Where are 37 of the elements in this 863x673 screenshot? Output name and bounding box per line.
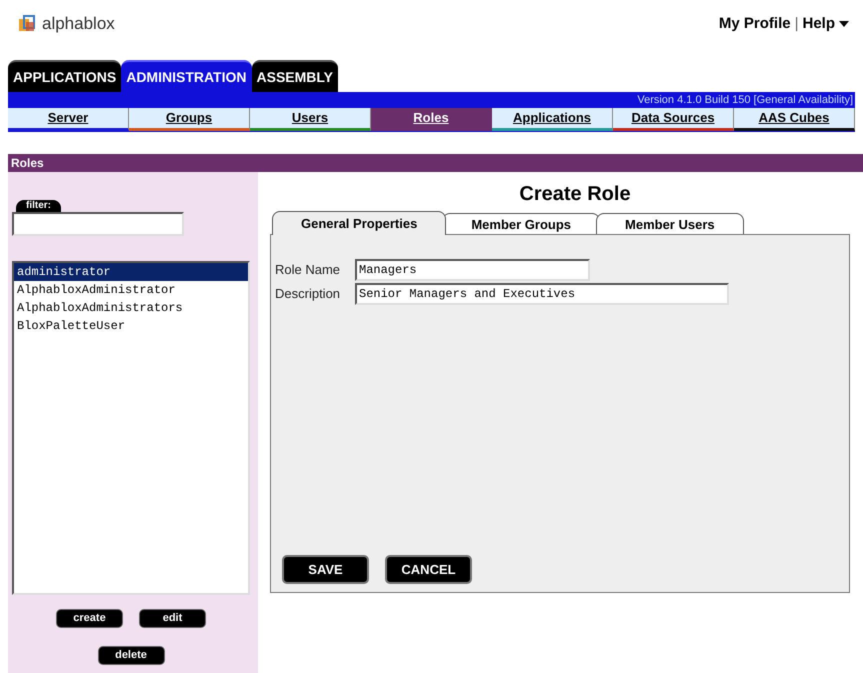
help-menu[interactable]: Help [802, 12, 849, 36]
section-title: Roles [11, 155, 44, 172]
filter-label: filter: [16, 200, 61, 212]
sub-tab[interactable]: Data Sources [613, 108, 734, 131]
sub-tab[interactable]: Groups [129, 108, 250, 131]
main-tab[interactable]: ADMINISTRATION [121, 60, 252, 92]
sidebar-button[interactable]: edit [139, 609, 206, 628]
form-tab[interactable]: General Properties [272, 211, 446, 235]
separator-text: | [794, 14, 798, 34]
profile-link[interactable]: My Profile [718, 12, 791, 36]
version-text: Version 4.1.0 Build 150 [General Availability] [637, 92, 853, 108]
sub-tab[interactable]: Server [8, 108, 129, 131]
form-tab[interactable]: Member Users [596, 213, 744, 235]
list-item[interactable]: administrator [14, 263, 248, 281]
field-label: Role Name [275, 261, 342, 280]
list-item[interactable]: BloxPaletteUser [14, 317, 248, 335]
list-item[interactable]: AlphabloxAdministrators [14, 299, 248, 317]
filter-field[interactable] [12, 212, 184, 236]
logo-text: alphablox [42, 13, 115, 36]
main-tab[interactable]: APPLICATIONS [8, 60, 122, 92]
form-button[interactable]: SAVE [282, 555, 369, 584]
sub-tab[interactable]: Applications [492, 108, 613, 131]
role-list[interactable]: administrator AlphabloxAdministrator AlphabloxAdministrators BloxPaletteUser [12, 261, 250, 595]
sub-tab[interactable]: Users [250, 108, 371, 131]
sub-tab[interactable]: Roles [371, 108, 492, 131]
form-title: Create Role [518, 182, 632, 206]
caret-icon [839, 21, 849, 27]
field-label: Description [275, 285, 342, 304]
list-item[interactable]: AlphabloxAdministrator [14, 281, 248, 299]
sidebar-button[interactable]: create [56, 609, 123, 628]
input-field[interactable]: Senior Managers and Executives [355, 283, 729, 305]
sidebar-button[interactable]: delete [98, 646, 164, 665]
main-tab[interactable]: ASSEMBLY [252, 60, 338, 92]
form-button[interactable]: CANCEL [385, 555, 472, 584]
sub-tab[interactable]: AAS Cubes [734, 108, 855, 131]
logo-icon [18, 14, 38, 34]
input-field[interactable]: Managers [355, 259, 590, 281]
